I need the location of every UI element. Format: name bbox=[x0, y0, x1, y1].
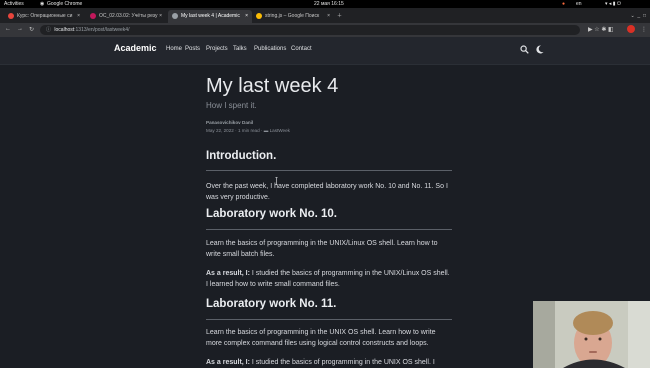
url-host: localhost bbox=[54, 27, 75, 33]
article-title: My last week 4 bbox=[206, 75, 339, 97]
nav-talks[interactable]: Talks bbox=[233, 46, 247, 52]
system-top-bar: Activities ◉ Google Chrome 22 мая 16:15 … bbox=[0, 0, 650, 8]
section-heading: Laboratory work No. 10. bbox=[206, 208, 338, 220]
browser-tab-strip: Курс: Операционные си × ОС_02.03.02: Учёт… bbox=[0, 8, 650, 23]
active-app-label[interactable]: Google Chrome bbox=[47, 1, 82, 7]
paragraph-bold-lead: As a result, I: bbox=[206, 270, 250, 277]
folder-icon: ▬ bbox=[263, 128, 269, 133]
nav-contact[interactable]: Contact bbox=[291, 46, 312, 52]
close-icon[interactable]: × bbox=[159, 10, 162, 23]
paragraph-text: I studied the basics of programming in t… bbox=[249, 359, 435, 366]
tab-my-last-week[interactable]: My last week 4 | Academic × bbox=[168, 10, 252, 23]
paragraph-text: Learn the basics of programming in the U… bbox=[206, 329, 436, 347]
site-brand[interactable]: Academic bbox=[114, 43, 157, 53]
menu-icon[interactable]: ⋮ bbox=[641, 26, 647, 33]
extensions-icons[interactable]: ▶ ☆ ✱ ◧ bbox=[588, 26, 614, 33]
section-paragraph: As a result, I: I studied the basics of … bbox=[206, 268, 452, 290]
paragraph-bold-lead: As a result, I: bbox=[206, 359, 250, 366]
moon-icon[interactable] bbox=[536, 45, 544, 54]
nav-home[interactable]: Home bbox=[166, 46, 182, 52]
tab-favicon-icon bbox=[256, 12, 262, 19]
paragraph-text: Learn the basics of programming in the U… bbox=[206, 240, 438, 258]
url-path: :1313/en/post/lastweek4/ bbox=[74, 27, 130, 33]
close-icon[interactable]: × bbox=[77, 10, 80, 23]
section-divider bbox=[206, 319, 452, 320]
section-paragraph: Learn the basics of programming in the U… bbox=[206, 327, 452, 349]
article-subtitle: How I spent it. bbox=[206, 101, 257, 110]
nav-posts[interactable]: Posts bbox=[185, 46, 200, 52]
tab-label: string.js – Google Поиск bbox=[265, 13, 320, 19]
clock[interactable]: 22 мая 16:15 bbox=[314, 1, 344, 7]
tab-favicon-icon bbox=[90, 12, 96, 19]
section-divider bbox=[206, 170, 452, 171]
tab-course[interactable]: Курс: Операционные си × bbox=[4, 10, 84, 23]
nav-projects[interactable]: Projects bbox=[206, 46, 228, 52]
profile-avatar[interactable] bbox=[627, 25, 635, 33]
text-cursor-icon bbox=[275, 177, 278, 185]
section-paragraph: Learn the basics of programming in the U… bbox=[206, 238, 452, 260]
article-read-time: 1 min read bbox=[237, 128, 260, 133]
paragraph-text: Over the past week, I have completed lab… bbox=[206, 183, 448, 201]
close-icon[interactable]: × bbox=[327, 10, 330, 23]
section-heading: Laboratory work No. 11. bbox=[206, 298, 337, 310]
section-divider bbox=[206, 229, 452, 230]
window-controls[interactable]: ⌄ _ □ bbox=[612, 10, 646, 23]
section-paragraph: Over the past week, I have completed lab… bbox=[206, 181, 452, 203]
record-icon[interactable]: ● bbox=[562, 1, 565, 7]
chrome-icon: ◉ bbox=[40, 1, 45, 7]
section-paragraph: As a result, I: I studied the basics of … bbox=[206, 357, 452, 368]
tab-google-search[interactable]: string.js – Google Поиск × bbox=[252, 10, 334, 23]
tab-label: Курс: Операционные си bbox=[17, 13, 73, 19]
tab-label: ОС_02.03.02: Учёты резу bbox=[99, 13, 158, 19]
language-indicator[interactable]: en bbox=[576, 1, 582, 7]
search-icon[interactable] bbox=[520, 45, 529, 54]
close-icon[interactable]: × bbox=[245, 10, 248, 23]
tab-favicon-icon bbox=[8, 12, 14, 19]
address-bar[interactable]: ⓘ localhost:1313/en/post/lastweek4/ bbox=[40, 25, 580, 35]
article-category[interactable]: LastWeek bbox=[270, 128, 290, 133]
article-date: May 22, 2022 bbox=[206, 128, 234, 133]
forward-icon[interactable]: → bbox=[17, 26, 23, 32]
reload-icon[interactable]: ↻ bbox=[29, 26, 34, 33]
new-tab-button[interactable]: ＋ bbox=[337, 10, 347, 23]
section-heading: Introduction. bbox=[206, 150, 277, 162]
webcam-person-icon bbox=[533, 301, 650, 368]
article-author[interactable]: Panasovichikov Danil bbox=[206, 120, 452, 125]
back-icon[interactable]: ← bbox=[5, 26, 11, 32]
activities-button[interactable]: Activities bbox=[4, 1, 24, 7]
article-meta: May 22, 2022 · 1 min read · ▬ LastWeek bbox=[206, 128, 290, 133]
info-icon[interactable]: ⓘ bbox=[46, 27, 51, 33]
tab-label: My last week 4 | Academic bbox=[181, 13, 240, 19]
webcam-overlay bbox=[533, 301, 650, 368]
site-navbar bbox=[0, 37, 650, 65]
tab-os-results[interactable]: ОС_02.03.02: Учёты резу × bbox=[86, 10, 166, 23]
system-tray-icons[interactable]: ▾ ◂ ▮ ⏻ bbox=[605, 1, 621, 7]
tab-favicon-icon bbox=[172, 12, 178, 19]
nav-publications[interactable]: Publications bbox=[254, 46, 286, 52]
